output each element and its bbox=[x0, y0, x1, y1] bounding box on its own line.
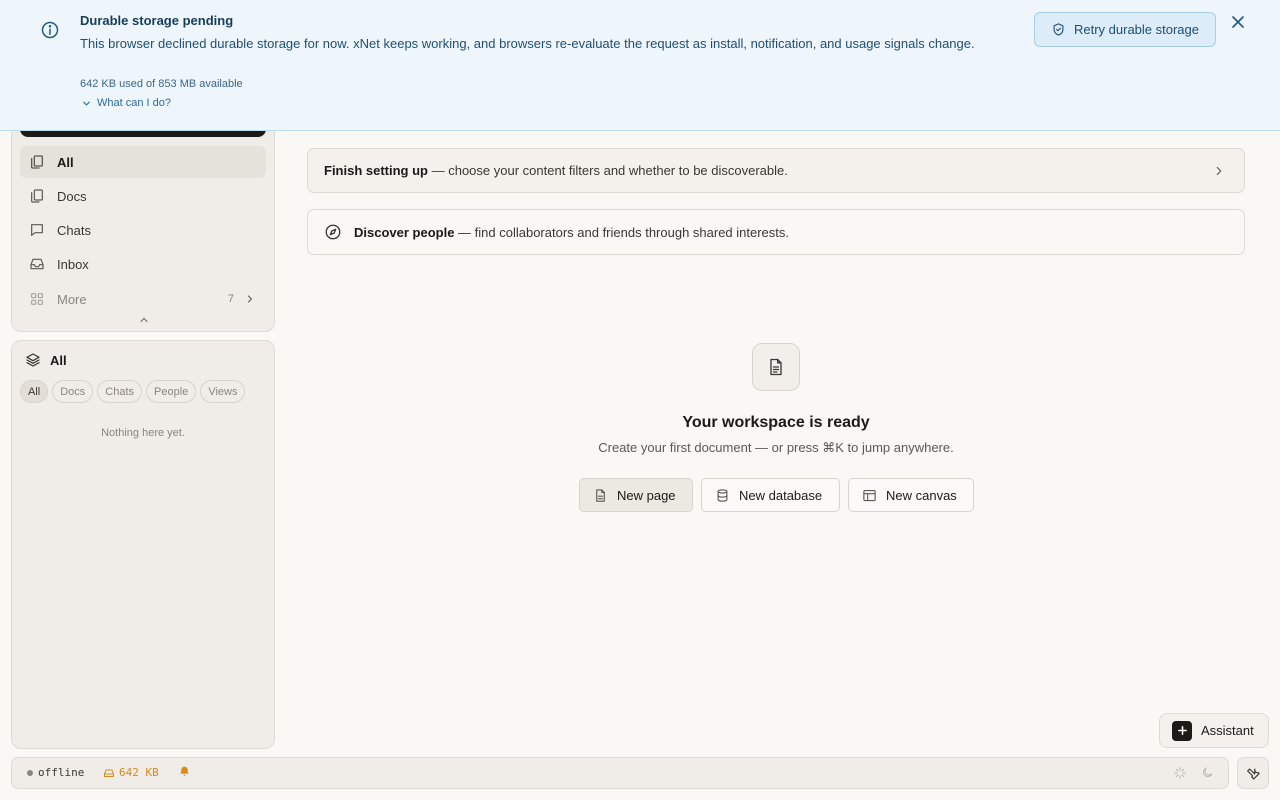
storage-usage: 642 KB bbox=[119, 766, 159, 779]
more-count-badge: 7 bbox=[227, 293, 234, 305]
sidebar-item-label: All bbox=[57, 154, 74, 170]
connection-status: offline bbox=[38, 766, 85, 779]
retry-label: Retry durable storage bbox=[1073, 22, 1199, 37]
storage-banner: Durable storage pending This browser dec… bbox=[0, 0, 1280, 131]
retry-storage-button[interactable]: Retry durable storage bbox=[1034, 12, 1216, 47]
assistant-button[interactable]: Assistant bbox=[1159, 713, 1269, 748]
chat-icon bbox=[29, 222, 45, 238]
canvas-icon bbox=[862, 488, 877, 503]
storage-usage-text: 642 KB used of 853 MB available bbox=[80, 78, 243, 90]
filter-chip-people[interactable]: People bbox=[146, 380, 197, 403]
sidebar-item-label: Docs bbox=[57, 188, 87, 204]
sidebar-item-label: More bbox=[57, 291, 87, 307]
finish-setup-prompt[interactable]: Finish setting up — choose your content … bbox=[307, 148, 1245, 193]
list-empty-message: Nothing here yet. bbox=[101, 427, 185, 439]
filter-chips: All Docs Chats People Views bbox=[20, 380, 246, 403]
empty-state-title: Your workspace is ready bbox=[682, 414, 870, 431]
chevron-right-icon bbox=[1212, 164, 1226, 178]
page-icon bbox=[593, 488, 608, 503]
banner-title: Durable storage pending bbox=[80, 13, 234, 28]
discover-prompt-title: Discover people bbox=[354, 224, 455, 240]
wrench-icon[interactable] bbox=[1237, 757, 1269, 789]
list-panel-title: All bbox=[50, 352, 67, 368]
sidebar-item-docs[interactable]: Docs bbox=[20, 180, 266, 212]
chevron-up-icon[interactable] bbox=[136, 312, 152, 328]
discover-prompt-text: Discover people — find collaborators and… bbox=[354, 225, 789, 240]
sidebar-item-more[interactable]: More 7 bbox=[20, 283, 266, 315]
filter-chip-views[interactable]: Views bbox=[200, 380, 246, 403]
sidebar-item-label: Chats bbox=[57, 222, 91, 238]
moon-icon[interactable] bbox=[1201, 766, 1214, 779]
discover-people-prompt[interactable]: Discover people — find collaborators and… bbox=[307, 209, 1245, 255]
empty-state-subtitle: Create your first document — or press ⌘K… bbox=[598, 440, 954, 455]
setup-prompt-title: Finish setting up bbox=[324, 163, 428, 178]
pages-icon bbox=[29, 154, 45, 170]
inbox-icon bbox=[29, 256, 45, 272]
connection-dot-icon bbox=[27, 770, 33, 776]
list-panel-header: All bbox=[25, 352, 67, 368]
new-page-button[interactable]: New page bbox=[579, 478, 693, 512]
document-icon bbox=[752, 343, 800, 391]
close-icon[interactable] bbox=[1228, 12, 1248, 32]
new-database-button[interactable]: New database bbox=[701, 478, 840, 512]
new-canvas-label: New canvas bbox=[886, 487, 957, 503]
shield-check-icon bbox=[1051, 22, 1066, 37]
info-icon bbox=[40, 20, 60, 40]
compass-icon bbox=[324, 223, 354, 241]
chevron-down-icon bbox=[81, 98, 92, 109]
new-canvas-button[interactable]: New canvas bbox=[848, 478, 974, 512]
database-icon bbox=[715, 488, 730, 503]
filter-chip-all[interactable]: All bbox=[20, 380, 49, 403]
sidebar-item-all[interactable]: All bbox=[20, 146, 266, 178]
new-page-label: New page bbox=[617, 487, 676, 503]
setup-prompt-body: — choose your content filters and whethe… bbox=[428, 163, 788, 178]
status-bar: offline 642 KB bbox=[11, 757, 1229, 789]
help-link-label: What can I do? bbox=[97, 97, 171, 109]
sidebar-nav: All Docs Chats Inbox More 7 bbox=[11, 110, 275, 332]
new-database-label: New database bbox=[739, 487, 823, 503]
docs-icon bbox=[29, 188, 45, 204]
help-toggle[interactable]: What can I do? bbox=[81, 97, 171, 109]
sidebar-item-label: Inbox bbox=[57, 256, 89, 272]
setup-prompt-text: Finish setting up — choose your content … bbox=[324, 163, 788, 178]
chevron-right-icon bbox=[244, 293, 256, 305]
storage-indicator[interactable]: 642 KB bbox=[103, 766, 159, 779]
filter-chip-chats[interactable]: Chats bbox=[97, 380, 143, 403]
layers-icon bbox=[25, 352, 41, 368]
sidebar-item-chats[interactable]: Chats bbox=[20, 214, 266, 246]
filter-chip-docs[interactable]: Docs bbox=[52, 380, 94, 403]
bell-icon[interactable] bbox=[178, 765, 191, 778]
banner-message: This browser declined durable storage fo… bbox=[80, 36, 975, 51]
sparkle-icon[interactable] bbox=[1173, 766, 1187, 780]
assistant-label: Assistant bbox=[1201, 723, 1254, 738]
grid-icon bbox=[29, 291, 45, 307]
sidebar-item-inbox[interactable]: Inbox bbox=[20, 248, 266, 280]
sidebar-list-panel: All All Docs Chats People Views Nothing … bbox=[11, 340, 275, 749]
plus-icon bbox=[1172, 720, 1192, 741]
discover-prompt-body: — find collaborators and friends through… bbox=[454, 224, 790, 240]
drive-icon bbox=[103, 767, 115, 779]
